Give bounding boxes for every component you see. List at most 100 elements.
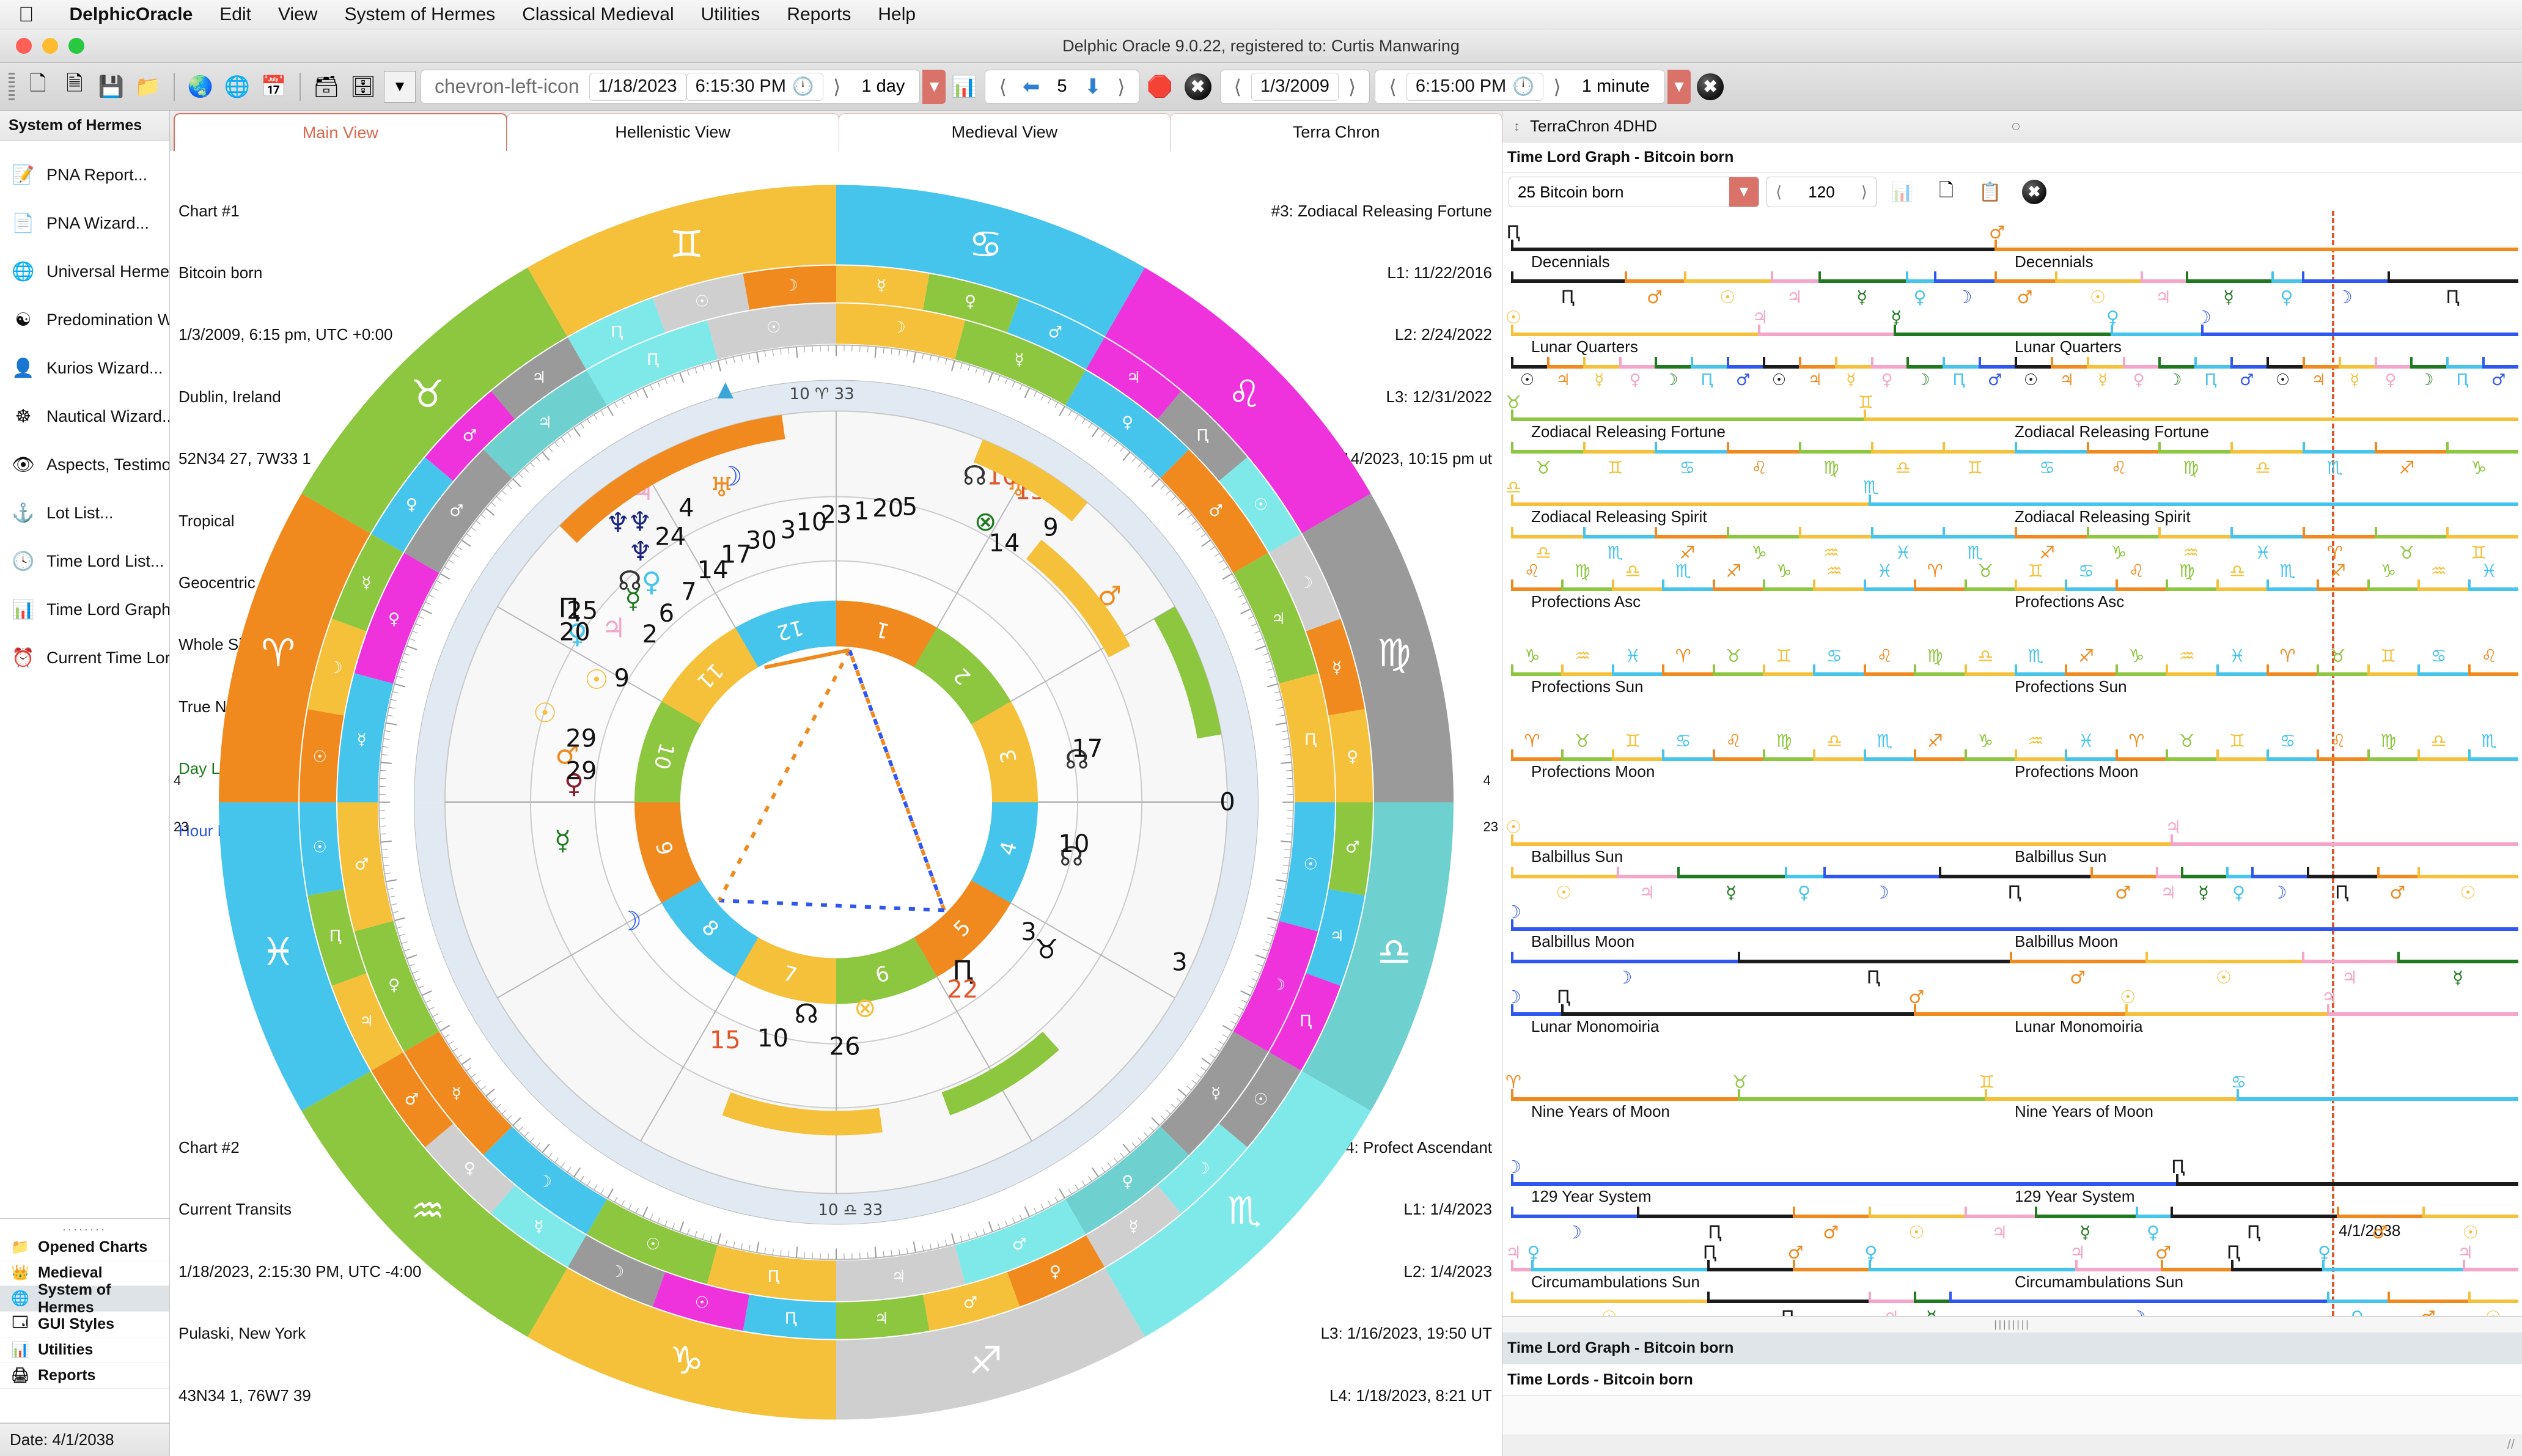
menu-item-delphicoracle[interactable]: DelphicOracle xyxy=(56,4,207,25)
footer-row-time-lord-graph[interactable]: Time Lord Graph - Bitcoin born xyxy=(1502,1333,2522,1364)
toolbar-overflow-icon[interactable]: ▼ xyxy=(384,70,416,103)
timeline-row[interactable]: ☉ ♃ ☿ ♀ ☽ Lunar Quarters Lunar Quarters ☉ ♃ ☿ ♀ ☽ Ԥ ♂… xyxy=(1502,298,2522,389)
sidebar-item-universal-hermetic[interactable]: 🌐 Universal Hermetic xyxy=(0,248,169,296)
database-accept-icon[interactable]: 🗃 xyxy=(311,71,342,103)
document-icon[interactable]: 🗋 xyxy=(1930,176,1962,208)
chart-select-dropdown[interactable]: 25 Bitcoin born ▼ xyxy=(1509,177,1759,207)
arrow-up-icon[interactable]: ⬅ xyxy=(1017,75,1046,99)
stop-icon[interactable]: 🛑 xyxy=(1144,71,1176,103)
apple-icon[interactable]:  xyxy=(18,4,34,25)
timeline-row[interactable]: ♈ ♉ ♊ ♋ ♌ ♍ ♎ ♏ ♐ ♑ ♒ ♓ ♈ ♉ ♊ ♋ ♌ ♍ ♎ ♏ Profections Moon Prof… xyxy=(1502,723,2522,808)
timeline-row[interactable]: ☽ Ԥ 129 Year System 129 Year System ☽ Ԥ ♂ ☉ ♃ ☿ ♀ Ԥ… xyxy=(1502,1149,2522,1243)
counter-prev-button[interactable]: ⟨ xyxy=(989,75,1016,98)
sidebar-section-reports[interactable]: 🖨 Reports xyxy=(0,1363,169,1389)
prev-date-button[interactable]: chevron-left-icon xyxy=(425,75,589,98)
pie-chart-icon[interactable]: 📊 xyxy=(948,71,980,103)
remove-chart-icon[interactable]: 🌐 xyxy=(221,71,253,103)
sidebar-item-time-lord-list[interactable]: 🕓 Time Lord List... xyxy=(0,537,169,586)
graph-icon[interactable]: 📊 xyxy=(1886,176,1918,208)
sidebar-section-opened-charts[interactable]: 📁 Opened Charts xyxy=(0,1235,169,1260)
add-chart-icon[interactable]: 🌏 xyxy=(185,71,216,103)
folder-icon[interactable]: 📁 xyxy=(132,71,164,103)
footer-drag-handle[interactable]: |||||||| xyxy=(1502,1317,2522,1333)
tab-hellenistic-view[interactable]: Hellenistic View xyxy=(506,113,839,151)
sidebar-item-kurios-wizard[interactable]: 👤 Kurios Wizard... xyxy=(0,344,169,392)
sidebar-item-current-time-lords[interactable]: ⏰ Current Time Lords xyxy=(0,634,169,682)
menu-item-help[interactable]: Help xyxy=(864,4,929,25)
open-document-icon[interactable]: 🗎 xyxy=(59,71,90,103)
transit-date-field[interactable]: 1/18/2023 xyxy=(589,72,686,101)
menu-item-edit[interactable]: Edit xyxy=(206,4,265,25)
years-spinner[interactable]: ⟨ 120 ⟩ xyxy=(1767,177,1877,207)
natal-date-field[interactable]: 1/3/2009 xyxy=(1251,72,1339,101)
sidebar-item-time-lord-graph[interactable]: 📊 Time Lord Graph... xyxy=(0,586,169,634)
cancel-icon[interactable]: ✖ xyxy=(1184,73,1211,100)
zoom-button[interactable] xyxy=(68,38,84,54)
natal-time-prev-button[interactable]: ⟨ xyxy=(1379,75,1406,98)
sidebar-section-system-of-hermes[interactable]: 🌐 System of Hermes xyxy=(0,1281,169,1316)
footer-row-time-lords[interactable]: Time Lords - Bitcoin born xyxy=(1502,1364,2522,1396)
menu-item-view[interactable]: View xyxy=(265,4,331,25)
window-resize-handle[interactable] xyxy=(1502,1435,2522,1456)
tab-medieval-view[interactable]: Medieval View xyxy=(838,113,1171,151)
menu-item-reports[interactable]: Reports xyxy=(773,4,864,25)
menu-item-utilities[interactable]: Utilities xyxy=(688,4,774,25)
tab-terra-chron[interactable]: Terra Chron xyxy=(1170,113,1502,151)
timeline-row[interactable]: ♌ ♍ ♎ ♏ ♐ ♑ ♒ ♓ ♈ ♉ ♊ ♋ ♌ ♍ ♎ ♏ ♐ ♑ ♒ ♓ Profections Asc Profe… xyxy=(1502,553,2522,638)
sidebar-item-pna-report[interactable]: 📝 PNA Report... xyxy=(0,151,169,199)
transit-time-field[interactable]: 6:15:30 PM 🕛 xyxy=(686,72,823,101)
database-reject-icon[interactable]: 🗄 xyxy=(347,71,379,103)
timeline-row[interactable]: ♃ ♀ Ԥ ♂ ♀ ♃ ♂ Ԥ ♀ ♃ Circumambulations Sun Circumamb… xyxy=(1502,1234,2522,1316)
sidebar-item-predomination-wiz[interactable]: ☯ Predomination Wiz xyxy=(0,296,169,344)
minimize-button[interactable] xyxy=(42,38,58,54)
sidebar-item-nautical-wizard[interactable]: ☸ Nautical Wizard... xyxy=(0,392,169,441)
menu-item-system-of-hermes[interactable]: System of Hermes xyxy=(331,4,509,25)
panel-dot-icon[interactable] xyxy=(2012,122,2020,130)
sidebar-item-pna-wizard[interactable]: 📄 PNA Wizard... xyxy=(0,199,169,248)
cancel-icon-2[interactable]: ✖ xyxy=(1697,73,1724,100)
timeline-row[interactable]: ☽ Ԥ ♂ ☉ ♃ Lunar Monomoiria Lunar Monomoiria xyxy=(1502,979,2522,1064)
natal-next-button[interactable]: ⟩ xyxy=(1339,75,1366,98)
timeline-row[interactable]: ♈ ♉ ♊ ♋ Nine Years of Moon Nine Years of Moon xyxy=(1502,1064,2522,1149)
zodiac-wheel[interactable]: ♈ ♉ ♊ ♋ ♌ ♍ ♎ ♏ ♐ ♑ ♒ ♓ ☉ ☽ ☿ ♀ ♂ ♃ Ԥ ☉ ☽ ☿ ♀ ♂ ♃ Ԥ ☉ ☽ ☿ ♀ ♂ ♃ Ԥ ☉ ☽ ☿ ♀ ♂ ♃ Ԥ… xyxy=(182,151,1490,1456)
sidebar-item-lot-list[interactable]: ⚓ Lot List... xyxy=(0,489,169,537)
export-icon[interactable]: 📋 xyxy=(1974,176,2006,208)
time-lord-graph[interactable]: 4/1/2038 Ԥ ♂ Decennials Decennials Ԥ ♂ ☉ ♃ ☿ ♀ ☽ ♂ ☉… xyxy=(1502,211,2522,1316)
menu-item-classical-medieval[interactable]: Classical Medieval xyxy=(509,4,687,25)
clock-icon[interactable]: 🕛 xyxy=(792,76,814,97)
toolbar-grip[interactable] xyxy=(9,72,15,101)
calendar-delete-icon[interactable]: 📅 xyxy=(258,71,290,103)
clock-icon-2[interactable]: 🕛 xyxy=(1512,76,1534,97)
new-document-icon[interactable]: 🗋 xyxy=(22,71,54,103)
sidebar-drag-handle[interactable]: ........ xyxy=(0,1219,169,1235)
natal-prev-button[interactable]: ⟨ xyxy=(1224,75,1251,98)
close-button[interactable] xyxy=(16,38,32,54)
timeline-row[interactable]: ☽ Balbillus Moon Balbillus Moon ☽ Ԥ ♂ ☉ ♃ ☿ xyxy=(1502,894,2522,988)
natal-time-field[interactable]: 6:15:00 PM 🕛 xyxy=(1406,72,1544,101)
timeline-row[interactable]: ☉ ♃ Balbillus Sun Balbillus Sun ☉ ♃ ☿ ♀ ☽ Ԥ ♂ ♃ ☿ ♀ ☽ Ԥ… xyxy=(1502,809,2522,903)
natal-step-value[interactable]: 1 minute xyxy=(1571,76,1661,97)
chart-canvas[interactable]: Chart #1 Bitcoin born 1/3/2009, 6:15 pm,… xyxy=(170,151,1502,1456)
years-next-button[interactable]: ⟩ xyxy=(1861,183,1867,202)
sidebar-item-aspects-testimony[interactable]: 👁 Aspects, Testimony xyxy=(0,441,169,489)
transit-step-value[interactable]: 1 day xyxy=(850,76,916,97)
chevron-updown-icon[interactable]: ↕ xyxy=(1513,119,1520,133)
counter-next-button[interactable]: ⟩ xyxy=(1108,75,1134,98)
arrow-down-icon[interactable]: ⬇ xyxy=(1078,75,1108,99)
timeline-row[interactable]: ♑ ♒ ♓ ♈ ♉ ♊ ♋ ♌ ♍ ♎ ♏ ♐ ♑ ♒ ♓ ♈ ♉ ♊ ♋ ♌ Profections Sun Profe… xyxy=(1502,638,2522,723)
natal-time-next-button[interactable]: ⟩ xyxy=(1543,75,1570,98)
next-date-button[interactable]: ⟩ xyxy=(823,75,850,98)
chevron-down-icon-3[interactable]: ▼ xyxy=(1729,177,1759,207)
tab-main-view[interactable]: Main View xyxy=(174,113,507,151)
step-counter-value[interactable]: 5 xyxy=(1046,76,1078,97)
timeline-row[interactable]: Ԥ ♂ Decennials Decennials Ԥ ♂ ☉ ♃ ☿ ♀ ☽ ♂ ☉ ♃ ☿ ♀ ☽ Ԥ xyxy=(1502,213,2522,307)
close-icon[interactable]: ✖ xyxy=(2022,180,2046,204)
zodiac-wheel-svg[interactable]: ♈♉♊ ♋♌♍♎♏♐♑♒♓☉☽☿♀♂♃Ԥ☉☽ ☿♀♂♃Ԥ☉☽☿♀♂♃Ԥ☉☽☿♀♂♃Ԥ… xyxy=(182,151,1490,1456)
save-icon[interactable]: 💾 xyxy=(95,71,127,103)
timeline-row[interactable]: ♎ ♏ Zodiacal Releasing Spirit Zodiacal Rele… xyxy=(1502,468,2522,563)
years-prev-button[interactable]: ⟨ xyxy=(1776,183,1782,202)
chevron-down-icon-2[interactable]: ▼ xyxy=(1667,69,1691,104)
chevron-down-icon[interactable]: ▼ xyxy=(922,69,946,104)
timeline-row[interactable]: ♉ ♊ Zodiacal Releasing Fortune Zodiacal Rel… xyxy=(1502,383,2522,478)
sidebar-section-utilities[interactable]: 📊 Utilities xyxy=(0,1337,169,1363)
